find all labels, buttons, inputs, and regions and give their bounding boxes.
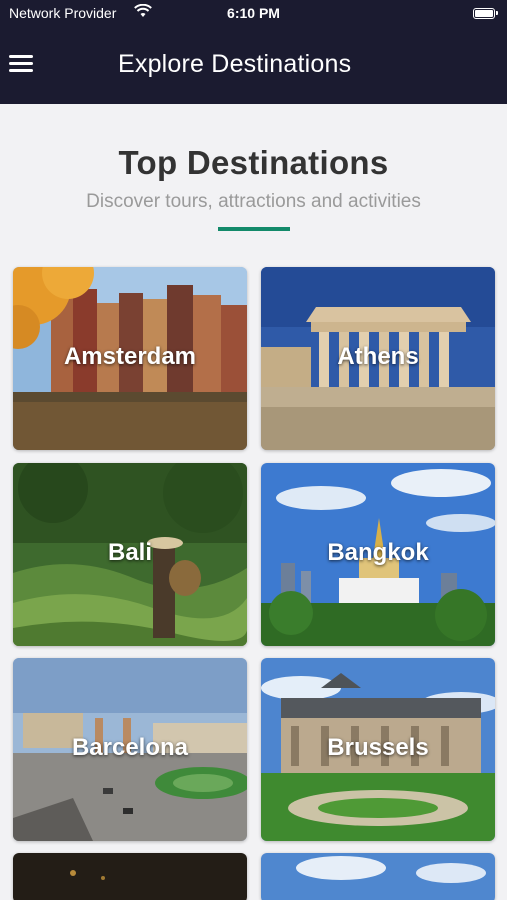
hamburger-menu-icon[interactable] xyxy=(9,55,33,75)
nav-title: Explore Destinations xyxy=(118,50,352,78)
destination-card-7[interactable] xyxy=(13,853,247,900)
destination-card-amsterdam[interactable]: Amsterdam xyxy=(13,267,247,450)
page-title: Top Destinations xyxy=(118,144,389,181)
destination-card-brussels[interactable]: Brussels xyxy=(261,658,495,841)
nav-bar: Explore Destinations xyxy=(0,28,507,104)
destination-image xyxy=(261,853,495,900)
destination-card-bangkok[interactable]: Bangkok xyxy=(261,463,495,646)
destination-label: Athens xyxy=(337,343,419,370)
destination-card-8[interactable] xyxy=(261,853,495,900)
destination-image xyxy=(13,853,247,900)
destination-label: Brussels xyxy=(327,734,429,761)
destination-label: Barcelona xyxy=(71,734,189,761)
destination-label: Bangkok xyxy=(327,539,429,566)
page-subtitle: Discover tours, attractions and activiti… xyxy=(86,191,421,212)
status-bar: Network Provider 6:10 PM xyxy=(0,0,507,28)
destination-card-barcelona[interactable]: Barcelona xyxy=(13,658,247,841)
destination-label: Amsterdam xyxy=(63,343,197,370)
section-header: Top Destinations Discover tours, attract… xyxy=(0,104,507,231)
battery-icon xyxy=(473,8,498,19)
status-time: 6:10 PM xyxy=(227,5,280,21)
destination-label: Bali xyxy=(107,539,152,566)
destination-card-bali[interactable]: Bali xyxy=(13,463,247,646)
destination-card-athens[interactable]: Athens xyxy=(261,267,495,450)
title-underline xyxy=(217,227,290,231)
